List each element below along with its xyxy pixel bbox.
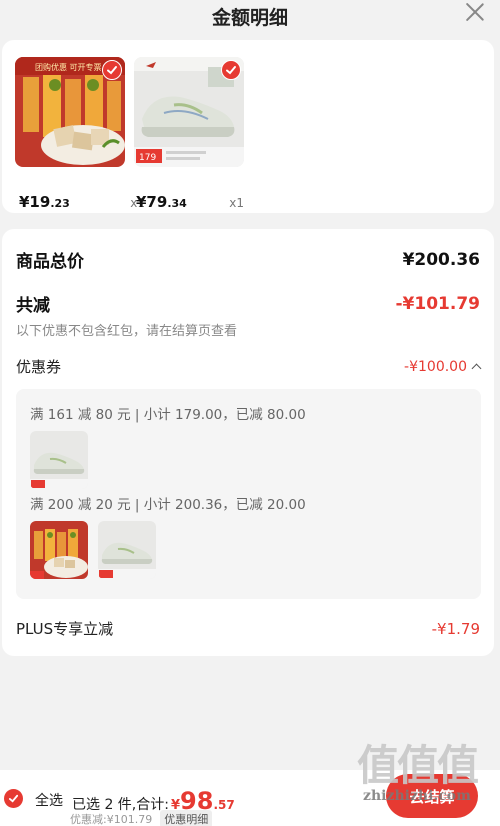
shoe-thumbnail: 179 [134, 57, 244, 167]
sheet-title: 金额明细 [211, 6, 288, 29]
plus-discount-label: PLUS专享立减 [16, 620, 114, 638]
plus-discount-row: PLUS专享立减 -¥1.79 [16, 618, 480, 639]
shoe-mini-thumbnail [30, 431, 88, 489]
check-icon[interactable] [102, 60, 122, 80]
snack-thumbnail: 团购优惠 可开专票 [15, 57, 125, 167]
chevron-up-icon[interactable] [471, 363, 482, 374]
discount-amount: 优惠减:¥101.79 [70, 813, 153, 826]
watermark-logo: 值值值 [356, 741, 479, 790]
total-reduce-value: -¥101.79 [395, 293, 481, 314]
coupon-value-group[interactable]: -¥100.00 [404, 358, 482, 375]
discount-note: 以下优惠不包含红包，请在结算页查看 [16, 324, 238, 339]
shoe-price: ¥79.34 [136, 193, 187, 211]
select-all-label[interactable]: 全选 [35, 790, 63, 810]
check-icon[interactable] [221, 60, 241, 80]
coupon-label: 优惠券 [16, 358, 62, 376]
amount-detail-card: 商品总价 ¥200.36 共减 -¥101.79 以下优惠不包含红包，请在结算页… [2, 229, 494, 656]
total-reduce-row: 共减 -¥101.79 [16, 291, 481, 317]
products-card: 团购优惠 可开专票 ¥19.23 x1 179 ¥79.34 x1 [2, 40, 494, 213]
select-all-check-icon[interactable] [4, 789, 23, 808]
shoe-price-tag: 179 [139, 153, 156, 163]
close-icon[interactable] [464, 0, 486, 22]
coupon-value: -¥100.00 [404, 358, 467, 375]
product-item-snack[interactable]: 团购优惠 可开专票 ¥19.23 x1 [15, 57, 145, 211]
coupon-detail-box: 满 161 减 80 元 | 小计 179.00，已减 80.00 满 200 … [16, 389, 481, 599]
discount-detail-link[interactable]: 优惠明细 [160, 810, 213, 826]
site-watermark: 值值值 zhizhizhi.com [342, 742, 492, 822]
product-item-shoe[interactable]: 179 ¥79.34 x1 [134, 57, 254, 211]
snack-price-row: ¥19.23 x1 [19, 193, 145, 211]
shoe-price-row: ¥79.34 x1 [136, 193, 244, 211]
coupon-row[interactable]: 优惠券 -¥100.00 [16, 356, 482, 377]
coupon-rule-1: 满 161 减 80 元 | 小计 179.00，已减 80.00 [30, 407, 306, 423]
package-text: 团购优惠 可开专票 [35, 62, 102, 72]
watermark-url: zhizhizhi.com [363, 788, 471, 804]
total-price-value: ¥200.36 [402, 249, 480, 270]
total-reduce-label: 共减 [16, 296, 50, 316]
discount-line: 优惠减:¥101.79 优惠明细 [70, 810, 213, 826]
snack-price: ¥19.23 [19, 193, 70, 211]
snack-mini-thumbnail [30, 521, 88, 579]
shoe-qty: x1 [229, 196, 244, 210]
coupon-rule-2: 满 200 减 20 元 | 小计 200.36，已减 20.00 [30, 497, 306, 513]
total-price-row: 商品总价 ¥200.36 [16, 247, 480, 273]
plus-discount-value: -¥1.79 [431, 619, 480, 638]
total-price-label: 商品总价 [16, 252, 84, 272]
sheet-header: 金额明细 [0, 0, 500, 32]
shoe-mini-thumbnail [98, 521, 156, 579]
